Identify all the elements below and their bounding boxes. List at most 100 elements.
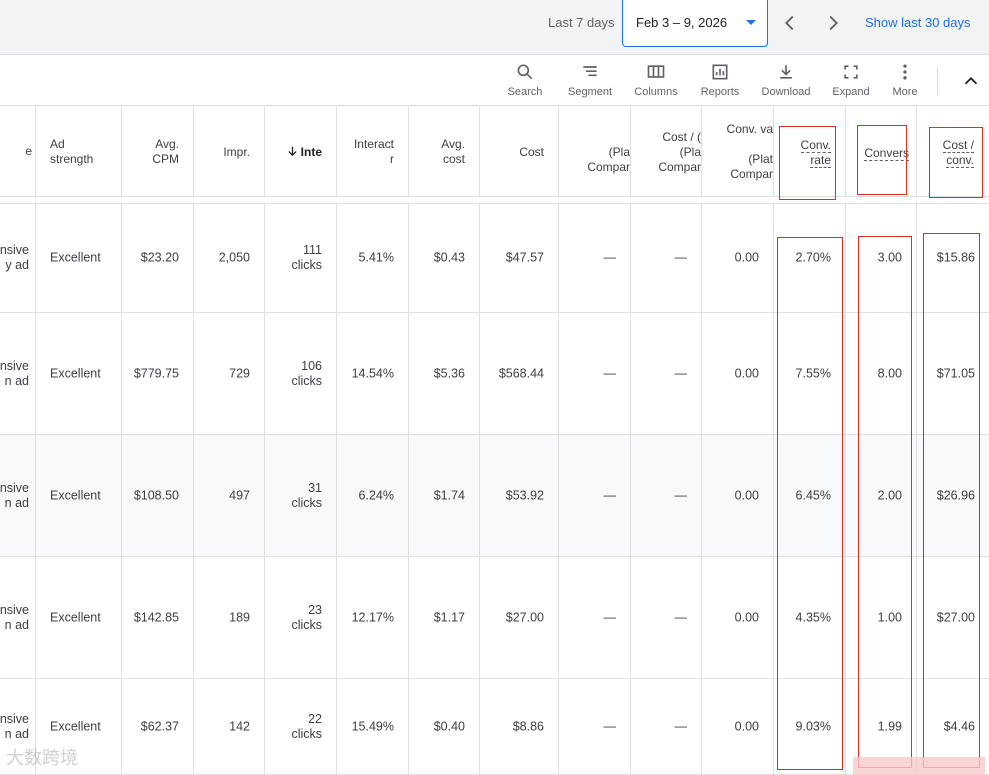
columns-button[interactable]: Columns [632,62,680,102]
header-label: Impr. [223,145,250,159]
cell-value: Excellent [50,610,101,624]
cell-conv-rate: 6.45% [773,435,845,556]
header-label: Avg. CPM [152,137,179,166]
cell-value: — [674,366,688,380]
cell-avg-cost: $0.43 [408,204,479,312]
cell-impr: 142 [193,679,264,774]
reports-button[interactable]: Reports [698,62,742,102]
cell-cost-conv: $15.86 [916,204,989,312]
table-row[interactable]: nsive n ad Excellent $62.37 142 22 clicks 15.49… [0,679,989,775]
reports-icon [712,64,728,80]
cell-value: 729 [229,366,250,380]
cell-cost-conv: $71.05 [916,313,989,434]
cell-cost-plat: — [630,313,701,434]
cell-value: — [603,719,617,733]
header-ad-strength[interactable]: Ad strength [35,107,121,197]
header-cost[interactable]: Cost [479,107,558,197]
reports-label: Reports [700,86,740,98]
cell-ad-strength: Excellent [35,435,121,556]
cell-avg-cpm: $779.75 [121,313,193,434]
cell-value: 0.00 [734,610,759,624]
table-row[interactable]: nsive n ad Excellent $779.75 729 106 clicks 14.… [0,313,989,435]
cell-value: 0.00 [734,719,759,733]
table-row[interactable]: nsive n ad Excellent $108.50 497 31 clicks 6.24… [0,435,989,557]
search-label: Search [507,86,543,98]
header-label: Avg. cost [441,137,465,166]
cell-ad-strength: Excellent [35,313,121,434]
segment-icon [583,66,597,77]
cell-value: 8.00 [877,366,902,380]
more-button[interactable]: More [890,62,920,102]
cell-value: 0.00 [734,366,759,380]
dropdown-caret-icon [746,20,756,25]
watermark: 大数跨境 [6,748,78,769]
next-period-button[interactable] [822,12,844,34]
cell-avg-cost: $1.74 [408,435,479,556]
previous-period-button[interactable] [779,12,801,34]
cell-value: 6.45% [795,488,831,502]
cell-value: 111 clicks [291,243,322,272]
expand-label: Expand [832,86,870,98]
header-label: Inte [287,145,322,160]
cell-conv-val: 0.00 [701,435,773,556]
header-impressions[interactable]: Impr. [193,107,264,197]
cell-value: 15.49% [351,719,394,733]
header-ad-name[interactable]: e [0,107,36,197]
cell-value: 22 clicks [291,711,322,741]
cell-value: — [674,610,688,624]
cell-ad-strength: Excellent [35,557,121,678]
cell-cost: $53.92 [479,435,558,556]
header-avg-cpm[interactable]: Avg. CPM [121,107,193,197]
cell-cost-plat: — [630,557,701,678]
cell-value: 106 clicks [291,358,322,388]
cell-cost: $568.44 [479,313,558,434]
cell-name: nsive n ad [0,435,36,556]
header-label: Ad strength [50,137,94,166]
expand-button[interactable]: Expand [830,62,872,102]
cell-value: — [603,610,617,624]
header-interaction-rate[interactable]: Interact r [336,107,408,197]
header-avg-cost[interactable]: Avg. cost [408,107,479,197]
cell-value: — [674,719,688,733]
header-conv-rate[interactable]: Conv. rate [773,107,845,197]
chevron-up-icon [964,76,978,85]
show-last-30-days-link[interactable]: Show last 30 days [865,15,971,30]
header-conv-value-platform-comparable[interactable]: Conv. va (Plat Compar [701,107,773,197]
search-button[interactable]: Search [506,62,544,102]
cell-value: 3.00 [877,250,902,265]
header-spacer [0,197,989,204]
table-row[interactable]: nsive n ad Excellent $142.85 189 23 clicks 12.1… [0,557,989,679]
cell-int-rate: 14.54% [336,313,408,434]
cell-value: Excellent [50,250,101,265]
header-cost-per-conv[interactable]: Cost / conv. [916,107,989,197]
cell-plat: — [558,557,630,678]
date-range-bar: Last 7 days Feb 3 – 9, 2026 Show last 30… [0,0,989,55]
header-cost-per-platform-comparable[interactable]: Cost / ((Pla Compar [630,107,701,197]
collapse-button[interactable] [960,70,982,92]
cell-value: $23.20 [140,250,179,265]
date-range-picker[interactable]: Feb 3 – 9, 2026 [622,0,768,47]
cell-value: 142 [229,719,250,733]
table-header-row: e Ad strength Avg. CPM Impr. Inte Interact… [0,107,989,197]
table-toolbar: Search Segment Columns Reports Download … [0,56,989,106]
segment-button[interactable]: Segment [566,62,614,102]
more-label: More [892,86,918,98]
cell-plat: — [558,313,630,434]
header-conversions[interactable]: Convers [845,107,916,197]
cell-value: $142.85 [133,610,179,624]
table-row[interactable]: nsive y ad Excellent $23.20 2,050 111 clicks 5.… [0,204,989,313]
search-icon [517,64,533,80]
cell-value: $568.44 [498,366,544,380]
cell-value: 6.24% [358,488,394,502]
cell-conv-rate: 7.55% [773,313,845,434]
cell-ad-strength: Excellent [35,204,121,312]
segment-label: Segment [567,86,613,98]
cell-value: $4.46 [943,719,975,733]
cell-value: 4.35% [795,610,831,624]
cell-int: 31 clicks [264,435,336,556]
header-interactions[interactable]: Inte [264,107,336,197]
download-button[interactable]: Download [760,62,812,102]
header-platform-comparable[interactable]: (Pla Compar [558,107,630,197]
header-label: Cost [519,145,544,159]
header-label: Cost / conv. [942,138,974,168]
